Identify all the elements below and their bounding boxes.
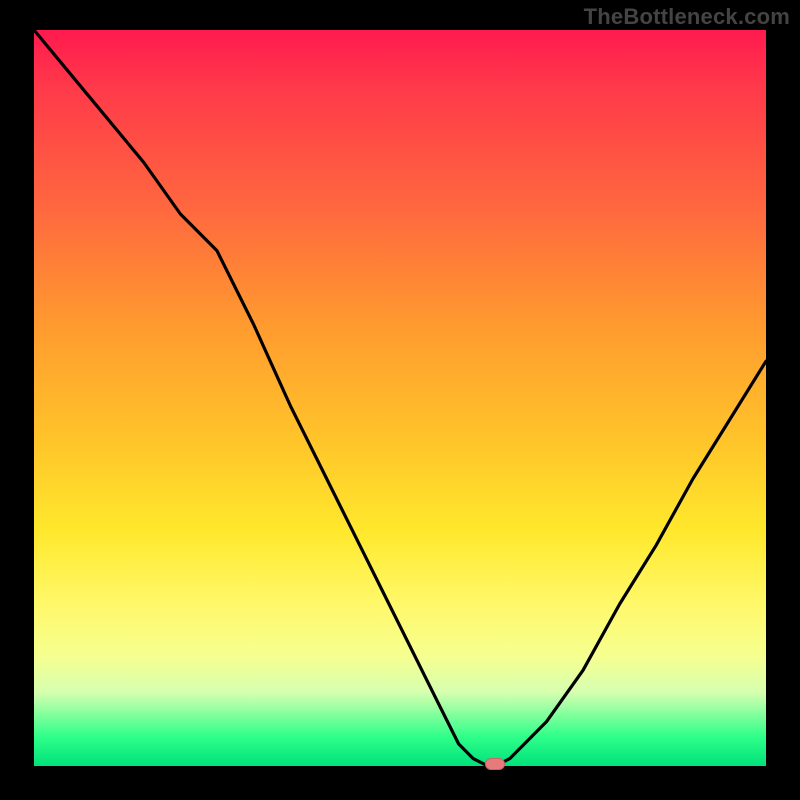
watermark-text: TheBottleneck.com xyxy=(584,4,790,30)
bottleneck-curve xyxy=(34,30,766,766)
curve-path xyxy=(34,30,766,766)
chart-container: TheBottleneck.com xyxy=(0,0,800,800)
plot-area xyxy=(34,30,766,766)
optimal-marker xyxy=(485,758,505,770)
